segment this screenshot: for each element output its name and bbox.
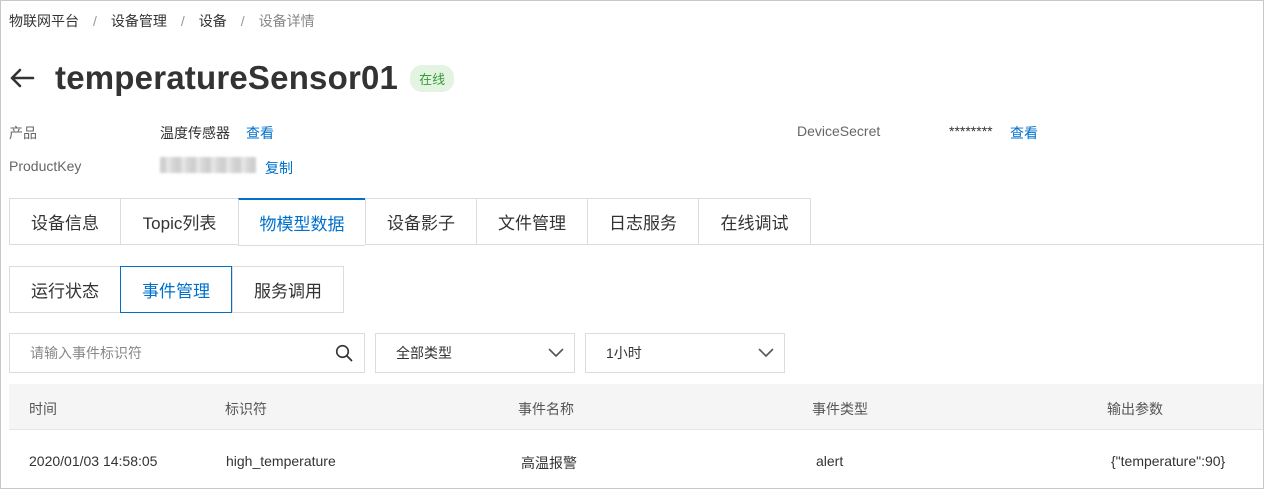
- main-tabs: 设备信息 Topic列表 物模型数据 设备影子 文件管理 日志服务 在线调试: [9, 198, 811, 246]
- page-title: temperatureSensor01: [55, 59, 399, 96]
- cell-identifier: high_temperature: [226, 453, 336, 469]
- product-value: 温度传感器: [160, 125, 230, 141]
- productkey-masked-value: [160, 157, 256, 173]
- cell-output-params: {"temperature":90}: [1111, 453, 1226, 469]
- subtab-service-invocation[interactable]: 服务调用: [232, 266, 344, 313]
- productkey-copy-link[interactable]: 复制: [265, 158, 293, 178]
- breadcrumb-current: 设备详情: [258, 13, 315, 29]
- breadcrumb: 物联网平台 / 设备管理 / 设备 / 设备详情: [9, 11, 315, 31]
- table-header: 时间 标识符 事件名称 事件类型 输出参数: [9, 384, 1263, 430]
- device-secret-label: DeviceSecret: [797, 123, 881, 139]
- tab-file-management[interactable]: 文件管理: [476, 198, 587, 245]
- chevron-down-icon: [548, 348, 564, 357]
- time-range-select-value: 1小时: [606, 345, 642, 361]
- tab-device-info[interactable]: 设备信息: [9, 198, 120, 245]
- breadcrumb-separator: /: [93, 13, 97, 29]
- tab-device-shadow[interactable]: 设备影子: [365, 198, 476, 245]
- product-label: 产品: [9, 125, 37, 141]
- breadcrumb-device-management[interactable]: 设备管理: [111, 11, 167, 31]
- column-header-output-params: 输出参数: [1107, 401, 1163, 417]
- tab-thing-model-data[interactable]: 物模型数据: [238, 198, 365, 246]
- event-type-select[interactable]: 全部类型: [375, 333, 575, 373]
- breadcrumb-separator: /: [240, 13, 245, 29]
- product-view-link[interactable]: 查看: [246, 123, 274, 143]
- subtab-running-status[interactable]: 运行状态: [9, 266, 120, 313]
- search-icon[interactable]: [324, 344, 364, 362]
- tab-log-service[interactable]: 日志服务: [587, 198, 698, 245]
- device-secret-value: ********: [949, 123, 993, 139]
- cell-time: 2020/01/03 14:58:05: [29, 453, 158, 469]
- breadcrumb-device[interactable]: 设备: [199, 11, 227, 31]
- status-badge: 在线: [410, 64, 455, 92]
- table-row[interactable]: 2020/01/03 14:58:05 high_temperature 高温报…: [9, 430, 1263, 488]
- page-header: temperatureSensor01 在线: [9, 58, 455, 98]
- arrow-left-icon[interactable]: [9, 64, 37, 92]
- column-header-event-name: 事件名称: [518, 401, 574, 417]
- cell-event-type: alert: [816, 453, 844, 469]
- event-type-select-value: 全部类型: [396, 345, 452, 361]
- sub-tabs: 运行状态 事件管理 服务调用: [9, 266, 344, 313]
- column-header-event-type: 事件类型: [812, 401, 868, 417]
- subtab-event-management[interactable]: 事件管理: [120, 266, 232, 313]
- column-header-identifier: 标识符: [225, 401, 267, 417]
- tab-online-debug[interactable]: 在线调试: [698, 198, 811, 245]
- event-search-input[interactable]: [10, 334, 324, 372]
- cell-event-name: 高温报警: [521, 455, 577, 471]
- chevron-down-icon: [758, 348, 774, 357]
- event-search-box: [9, 333, 365, 373]
- breadcrumb-iot-platform[interactable]: 物联网平台: [9, 11, 79, 31]
- device-secret-view-link[interactable]: 查看: [1010, 123, 1038, 143]
- breadcrumb-separator: /: [180, 13, 185, 29]
- tab-topic-list[interactable]: Topic列表: [120, 198, 238, 245]
- time-range-select[interactable]: 1小时: [585, 333, 785, 373]
- column-header-time: 时间: [29, 401, 57, 417]
- productkey-label: ProductKey: [9, 158, 82, 174]
